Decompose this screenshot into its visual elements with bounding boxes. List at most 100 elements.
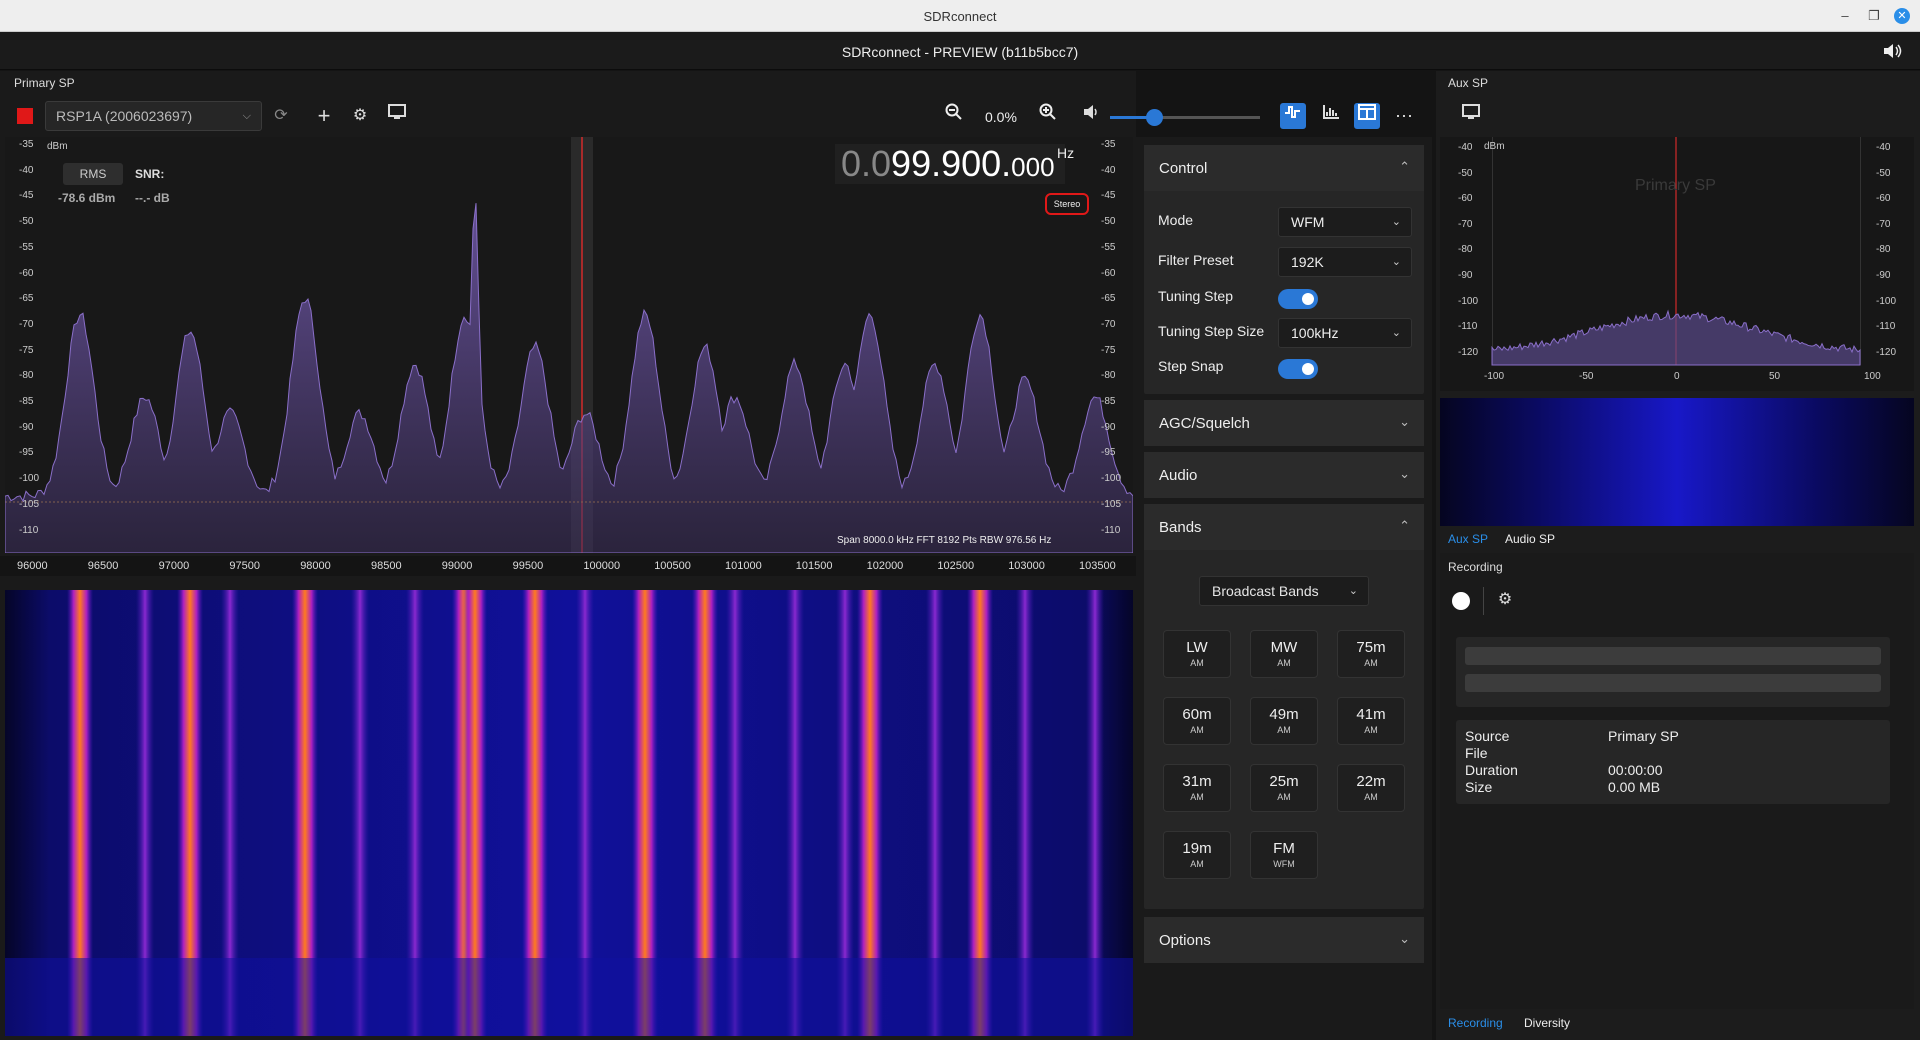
spectrum-display[interactable]: dBm RMS SNR: -78.6 dBm --.- dB 0.099.900…	[5, 137, 1133, 553]
more-icon[interactable]: ⋯	[1391, 103, 1417, 129]
frequency-display[interactable]: 0.099.900.000	[835, 144, 1065, 184]
control-title: Control	[1159, 160, 1208, 177]
rms-button[interactable]: RMS	[63, 163, 123, 185]
y-tick-right: -70	[1101, 318, 1116, 330]
tab-aux-sp[interactable]: Aux SP	[1448, 532, 1488, 546]
y-tick-left: -95	[19, 447, 34, 459]
mode-select[interactable]: WFM ⌄	[1278, 207, 1412, 237]
spectrum-view-icon[interactable]	[1280, 103, 1306, 129]
tab-audio-sp[interactable]: Audio SP	[1505, 532, 1555, 546]
waterfall-display[interactable]	[5, 590, 1133, 1036]
tuning-step-size-value: 100kHz	[1291, 325, 1339, 341]
zoom-out-icon[interactable]	[941, 103, 967, 129]
aux-y-tick-left: -60	[1458, 193, 1473, 205]
display-icon[interactable]	[1458, 103, 1484, 129]
bands-header[interactable]: Bands ⌃	[1144, 504, 1424, 550]
y-tick-right: -105	[1101, 498, 1122, 510]
chevron-down-icon: ⌄	[1391, 327, 1401, 339]
maximize-icon[interactable]: ❐	[1866, 8, 1882, 24]
aux-x-tick: 0	[1674, 371, 1680, 382]
y-tick-left: -100	[19, 473, 40, 485]
bar-chart-icon[interactable]	[1318, 103, 1344, 129]
size-label: Size	[1465, 779, 1493, 795]
x-tick: 101500	[795, 560, 833, 572]
record-button[interactable]	[1452, 592, 1470, 610]
band-button-25m[interactable]: 25m AM	[1250, 764, 1318, 812]
y-tick-left: -105	[19, 498, 40, 510]
tuning-step-toggle[interactable]	[1278, 289, 1318, 309]
band-mode: AM	[1277, 725, 1291, 735]
band-button-fm[interactable]: FM WFM	[1250, 831, 1318, 879]
aux-waterfall[interactable]	[1440, 398, 1914, 526]
band-group-select[interactable]: Broadcast Bands ⌄	[1199, 576, 1369, 606]
band-name: FM	[1273, 840, 1295, 857]
agc-section[interactable]: AGC/Squelch ⌄	[1144, 400, 1424, 446]
x-tick: 102500	[937, 560, 975, 572]
y-tick-right: -65	[1101, 293, 1116, 305]
band-button-22m[interactable]: 22m AM	[1337, 764, 1405, 812]
band-mode: AM	[1190, 792, 1204, 802]
y-tick-right: -45	[1101, 190, 1116, 202]
y-tick-left: -50	[19, 216, 34, 228]
tuning-step-size-select[interactable]: 100kHz ⌄	[1278, 318, 1412, 348]
bands-title: Bands	[1159, 519, 1202, 536]
zoom-in-icon[interactable]	[1035, 103, 1061, 129]
band-button-31m[interactable]: 31m AM	[1163, 764, 1231, 812]
band-name: 19m	[1182, 840, 1212, 857]
add-icon[interactable]: +	[311, 103, 337, 129]
close-icon[interactable]: ✕	[1894, 8, 1910, 24]
zoom-level: 0.0%	[985, 109, 1017, 125]
file-label: File	[1465, 745, 1488, 761]
band-name: 75m	[1356, 639, 1386, 656]
chevron-down-icon: ⌄	[1399, 931, 1410, 946]
filter-preset-select[interactable]: 192K ⌄	[1278, 247, 1412, 277]
tab-recording[interactable]: Recording	[1448, 1016, 1503, 1030]
tab-diversity[interactable]: Diversity	[1524, 1016, 1570, 1030]
audio-section[interactable]: Audio ⌄	[1144, 452, 1424, 498]
volume-slider[interactable]	[1110, 109, 1260, 126]
step-snap-toggle[interactable]	[1278, 359, 1318, 379]
x-tick: 99000	[441, 560, 473, 572]
settings-icon[interactable]: ⚙	[347, 103, 373, 129]
stereo-badge: Stereo	[1045, 193, 1089, 215]
band-button-60m[interactable]: 60m AM	[1163, 697, 1231, 745]
y-tick-right: -100	[1101, 473, 1122, 485]
band-button-19m[interactable]: 19m AM	[1163, 831, 1231, 879]
options-section[interactable]: Options ⌄	[1144, 917, 1424, 963]
dbm-unit: dBm	[47, 141, 68, 152]
device-select[interactable]: RSP1A (2006023697) ⌵	[45, 101, 262, 131]
y-tick-left: -70	[19, 318, 34, 330]
minimize-icon[interactable]: –	[1837, 8, 1853, 24]
speaker-icon[interactable]	[1882, 42, 1902, 60]
refresh-icon[interactable]: ⟳	[268, 103, 294, 129]
display-icon[interactable]	[384, 103, 410, 129]
aux-y-tick-left: -40	[1458, 142, 1473, 153]
settings-icon[interactable]: ⚙	[1492, 587, 1518, 613]
aux-spectrum[interactable]: dBm Primary SP -40 -50 -60 -70 -80 -90 -100 -11…	[1440, 137, 1914, 391]
aux-y-tick-left: -80	[1458, 244, 1473, 256]
y-tick-right: -60	[1101, 267, 1116, 279]
level-bar-right	[1465, 674, 1881, 692]
band-mode: AM	[1364, 725, 1378, 735]
app-title-bar: SDRconnect - PREVIEW (b11b5bcc7)	[0, 32, 1920, 70]
duration-value: 00:00:00	[1608, 762, 1663, 778]
y-tick-right: -50	[1101, 216, 1116, 228]
band-button-75m[interactable]: 75m AM	[1337, 630, 1405, 678]
frequency-main-digits: 99.900.	[891, 143, 1012, 184]
control-header[interactable]: Control ⌃	[1144, 145, 1424, 191]
duration-label: Duration	[1465, 762, 1518, 778]
aux-y-tick-left: -90	[1458, 270, 1473, 281]
layout-icon[interactable]	[1354, 103, 1380, 129]
band-button-41m[interactable]: 41m AM	[1337, 697, 1405, 745]
divider	[1483, 587, 1484, 615]
volume-slider-handle[interactable]	[1146, 109, 1163, 126]
aux-x-tick: 50	[1769, 371, 1781, 382]
y-tick-left: -80	[19, 370, 34, 382]
band-button-49m[interactable]: 49m AM	[1250, 697, 1318, 745]
band-mode: AM	[1364, 658, 1378, 668]
snr-value: --.- dB	[135, 191, 170, 205]
volume-icon[interactable]	[1079, 103, 1105, 129]
stop-button[interactable]	[17, 108, 33, 124]
band-button-lw[interactable]: LW AM	[1163, 630, 1231, 678]
band-button-mw[interactable]: MW AM	[1250, 630, 1318, 678]
